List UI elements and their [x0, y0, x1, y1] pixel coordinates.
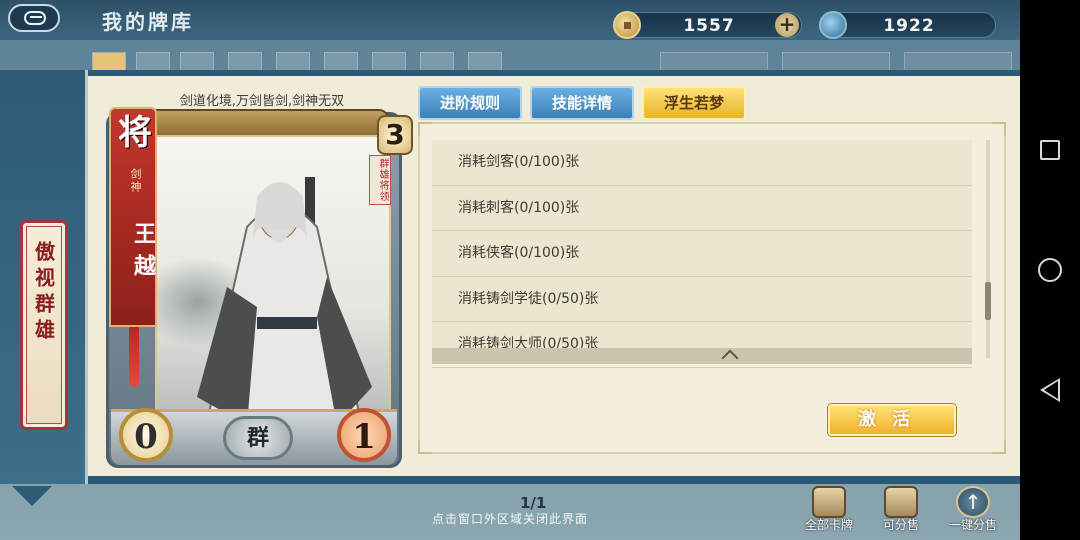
card-type: 将 — [118, 113, 152, 153]
card-seal-tag: 群雄将领 — [369, 155, 391, 205]
tassel-icon — [129, 327, 139, 387]
list-item: 消耗剑客(0/100)张 — [432, 140, 972, 186]
activate-button[interactable]: 激活 — [828, 404, 956, 436]
coin-counter: 1557 + — [613, 11, 802, 39]
frame-corner — [992, 122, 1006, 136]
card-portrait — [155, 135, 391, 423]
upload-icon — [956, 486, 990, 518]
background-filter-row — [70, 42, 1020, 76]
coin-value: 1557 — [683, 16, 735, 36]
card-level: 3 — [377, 115, 413, 155]
card-subtitle: 剑神 — [129, 168, 142, 194]
card-detail-panel: 剑道化境,万剑皆剑,剑神无双 将 剑神 王越 3 群雄将领 0 群 1 进阶规则… — [88, 70, 1020, 484]
sellable-button[interactable]: 可分售 — [866, 486, 936, 536]
recents-icon[interactable] — [1040, 140, 1060, 160]
card-stat-bar: 0 群 1 — [111, 408, 397, 465]
game-screen: 我的牌库 1557 + 1922 傲视群雄 剑道化境,万剑皆剑,剑神无双 将 剑… — [0, 0, 1020, 540]
back-arrow-icon — [24, 11, 46, 25]
collapse-bar[interactable] — [432, 348, 972, 367]
add-coins-button[interactable]: + — [775, 13, 799, 37]
gem-counter: 1922 — [819, 11, 996, 39]
cart-icon — [884, 486, 918, 518]
list-item: 消耗侠客(0/100)张 — [432, 231, 972, 277]
page-title: 我的牌库 — [102, 10, 194, 34]
scrollbar-track — [986, 140, 990, 358]
card-top-ornament — [139, 109, 389, 137]
card-faction: 群 — [223, 416, 293, 460]
side-banner-title: 傲视群雄 — [31, 241, 56, 345]
card-name: 王越 — [130, 222, 156, 286]
all-cards-label: 全部卡牌 — [804, 518, 853, 532]
bulk-sell-button[interactable]: 一键分售 — [938, 486, 1008, 536]
back-button[interactable] — [8, 4, 60, 32]
back-triangle-icon[interactable] — [1040, 378, 1060, 402]
frame-corner — [418, 122, 432, 136]
belt — [257, 317, 317, 329]
all-cards-button[interactable]: 全部卡牌 — [794, 486, 864, 536]
card-attack: 0 — [119, 408, 173, 462]
tab-skill-details[interactable]: 技能详情 — [530, 86, 634, 120]
home-icon[interactable] — [1038, 258, 1062, 282]
top-bar: 我的牌库 1557 + 1922 — [0, 0, 1020, 40]
swordsman-figure — [197, 177, 372, 421]
requirement-list[interactable]: 消耗剑客(0/100)张 消耗刺客(0/100)张 消耗侠客(0/100)张 消… — [432, 140, 972, 368]
card-ribbon: 将 剑神 王越 — [109, 107, 157, 327]
collapse-sidebar-icon[interactable] — [12, 486, 52, 506]
chevron-up-icon — [721, 349, 739, 367]
scrollbar-thumb[interactable] — [985, 282, 991, 320]
cloak-left — [197, 287, 257, 421]
tab-advance-rules[interactable]: 进阶规则 — [418, 86, 522, 120]
bulk-sell-label: 一键分售 — [948, 518, 997, 532]
frame-corner — [992, 440, 1006, 454]
side-banner-title-box: 傲视群雄 — [20, 220, 68, 430]
close-hint: 点击窗口外区域关闭此界面 — [431, 512, 588, 526]
list-item: 消耗铸剑学徒(0/50)张 — [432, 277, 972, 323]
side-banner: 傲视群雄 — [0, 70, 88, 484]
requirements-frame: 消耗剑客(0/100)张 消耗刺客(0/100)张 消耗侠客(0/100)张 消… — [418, 122, 1006, 454]
sellable-label: 可分售 — [882, 518, 919, 532]
all-cards-icon — [812, 486, 846, 518]
card-slogan: 剑道化境,万剑皆剑,剑神无双 — [179, 94, 345, 109]
tab-fusheng-ruomeng[interactable]: 浮生若梦 — [642, 86, 746, 120]
frame-corner — [418, 440, 432, 454]
card-hp: 1 — [337, 408, 391, 462]
list-item: 消耗刺客(0/100)张 — [432, 186, 972, 232]
gem-value: 1922 — [883, 16, 935, 36]
android-nav-bar — [1020, 0, 1080, 540]
hero-card[interactable]: 将 剑神 王越 3 群雄将领 0 群 1 — [106, 107, 413, 468]
